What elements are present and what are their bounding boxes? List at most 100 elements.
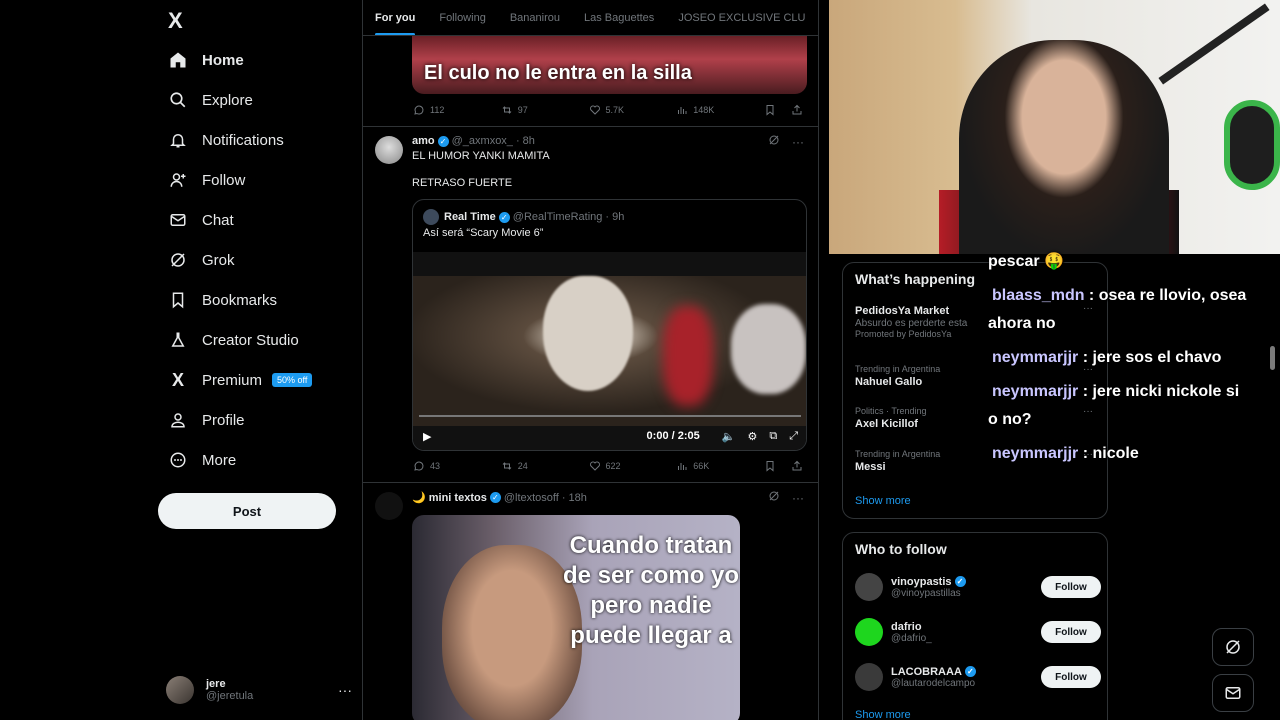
sidebar-item-notifications[interactable]: Notifications [162, 120, 352, 160]
reply-button[interactable]: 112 [413, 104, 501, 116]
follow-suggestion[interactable]: LACOBRAAA ✓ @lautarodelcampo Follow [855, 661, 1101, 693]
show-more-link[interactable]: Show more [855, 495, 911, 507]
play-icon[interactable]: ▶ [423, 430, 431, 443]
tweet-media[interactable]: Cuando tratan de ser como yo pero nadie … [412, 515, 740, 720]
tweet-actions: 43 24 622 66K [413, 457, 808, 475]
more-dots-icon[interactable]: ··· [792, 135, 804, 149]
quoted-tweet[interactable]: Real Time ✓ @RealTimeRating · 9h Así ser… [412, 199, 807, 451]
follow-suggestion[interactable]: vinoypastis ✓ @vinoypastillas Follow [855, 571, 1101, 603]
settings-icon[interactable]: ⚙ [747, 430, 757, 443]
avatar [855, 618, 883, 646]
webcam-overlay [829, 0, 1280, 254]
author-name[interactable]: amo [412, 135, 435, 147]
share-button[interactable] [791, 460, 808, 472]
like-count: 5.7K [605, 105, 625, 115]
chat-line: o no? [988, 411, 1032, 428]
author-handle[interactable]: @_axmxox_ [452, 135, 513, 147]
flask-icon [168, 330, 188, 350]
tweet-media[interactable]: El culo no le entra en la silla [412, 36, 807, 94]
repost-button[interactable]: 97 [501, 104, 589, 116]
avatar[interactable] [375, 136, 403, 164]
more-dots-icon[interactable]: ··· [792, 491, 804, 505]
grok-fab[interactable] [1212, 628, 1254, 666]
follow-suggestion[interactable]: dafrio @dafrio_ Follow [855, 616, 1101, 648]
sidebar-item-label: Bookmarks [202, 291, 278, 309]
sidebar-item-premium[interactable]: X Premium 50% off [162, 360, 352, 400]
mic-arm [1158, 3, 1270, 85]
panel-title: What’s happening [855, 271, 976, 287]
sidebar-item-label: Home [202, 51, 244, 69]
chat-line: neymmarjjr : jere nicki nickole si [992, 383, 1240, 400]
post-button[interactable]: Post [158, 493, 336, 529]
search-icon [168, 90, 188, 110]
avatar[interactable] [375, 492, 403, 520]
tab-bananirou[interactable]: Bananirou [510, 0, 560, 35]
sidebar-item-label: Premium [202, 371, 263, 389]
grok-icon[interactable] [768, 134, 780, 149]
sidebar-item-bookmarks[interactable]: Bookmarks [162, 280, 352, 320]
quote-text: Así será “Scary Movie 6” [423, 227, 544, 239]
bell-icon [168, 130, 188, 150]
follow-button[interactable]: Follow [1041, 576, 1101, 598]
sidebar-item-follow[interactable]: Follow [162, 160, 352, 200]
show-more-link[interactable]: Show more [855, 709, 911, 720]
sidebar-item-home[interactable]: Home [162, 40, 352, 80]
user-handle: @vinoypastillas [891, 587, 961, 599]
avatar [166, 676, 194, 704]
home-icon [168, 50, 188, 70]
bookmark-icon [766, 105, 774, 116]
views-button[interactable]: 66K [676, 460, 764, 472]
tab-for-you[interactable]: For you [375, 0, 416, 35]
scrollbar[interactable] [1270, 346, 1275, 370]
reply-button[interactable]: 43 [413, 460, 501, 472]
video-player[interactable]: ▶ 0:00 / 2:05 🔈 ⚙ ⧉ ⤢ [413, 252, 806, 450]
heart-icon [589, 105, 600, 115]
tab-joseo-exclusive[interactable]: JOSEO EXCLUSIVE CLU [678, 0, 805, 35]
bookmark-button[interactable] [764, 460, 781, 472]
sidebar-item-more[interactable]: More [162, 440, 352, 480]
sidebar-item-chat[interactable]: Chat [162, 200, 352, 240]
follow-button[interactable]: Follow [1041, 621, 1101, 643]
chat-line: neymmarjjr : nicole [992, 445, 1139, 462]
tab-las-baguettes[interactable]: Las Baguettes [584, 0, 654, 35]
sidebar-item-explore[interactable]: Explore [162, 80, 352, 120]
video-progress-bar[interactable] [419, 415, 801, 417]
views-button[interactable]: 148K [676, 104, 764, 116]
x-logo-icon[interactable]: X [168, 8, 190, 33]
account-switcher[interactable]: jere @jeretula ··· [166, 674, 352, 706]
fullscreen-icon[interactable]: ⤢ [789, 430, 798, 443]
author-handle[interactable]: @ltextosoff [504, 492, 559, 504]
sidebar-item-creator-studio[interactable]: Creator Studio [162, 320, 352, 360]
bookmark-button[interactable] [764, 104, 781, 116]
volume-icon[interactable]: 🔈 [722, 430, 736, 443]
repost-button[interactable]: 24 [501, 460, 589, 472]
tweet-time[interactable]: 8h [523, 135, 535, 147]
reply-icon [414, 105, 424, 115]
heart-icon [589, 461, 600, 471]
follow-button[interactable]: Follow [1041, 666, 1101, 688]
like-button[interactable]: 622 [589, 460, 677, 472]
bookmark-icon [168, 290, 188, 310]
media-caption: El culo no le entra en la silla [424, 62, 692, 84]
messages-fab[interactable] [1212, 674, 1254, 712]
tweet-time[interactable]: 18h [569, 492, 587, 504]
share-icon [792, 460, 802, 471]
pip-icon[interactable]: ⧉ [769, 430, 777, 443]
chat-line: neymmarjjr : jere sos el chavo [992, 349, 1222, 366]
tab-following[interactable]: Following [439, 0, 485, 35]
views-icon [678, 107, 687, 114]
share-button[interactable] [791, 104, 808, 116]
like-button[interactable]: 5.7K [589, 104, 677, 116]
tweet-text: RETRASO FUERTE [412, 177, 513, 189]
hockey-mask-figure [543, 276, 633, 391]
app-window: X Home Explore Notifications Follow Chat [0, 0, 1280, 720]
timeline: For you Following Bananirou Las Baguette… [362, 0, 819, 720]
sidebar-item-profile[interactable]: Profile [162, 400, 352, 440]
grok-icon[interactable] [768, 490, 780, 505]
x-logo-icon: X [171, 369, 184, 390]
author-name[interactable]: 🌙 mini textos [412, 491, 487, 504]
user-name: vinoypastis ✓ [891, 576, 966, 588]
share-icon [792, 104, 802, 115]
sidebar-item-grok[interactable]: Grok [162, 240, 352, 280]
sidebar-item-label: Creator Studio [202, 331, 299, 349]
